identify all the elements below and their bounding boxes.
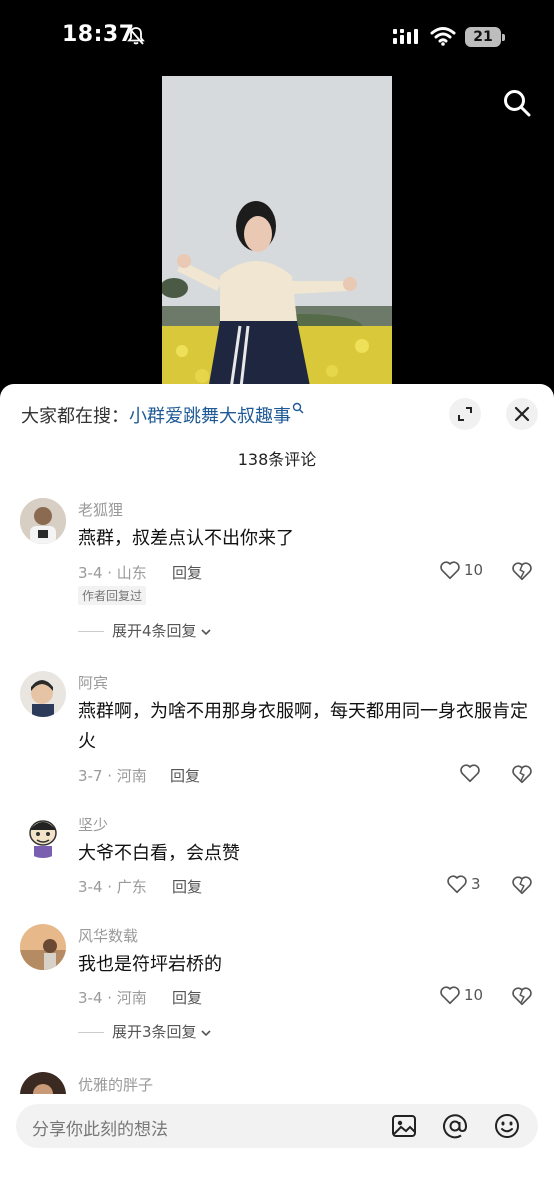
status-bar: 18:37 21 bbox=[0, 0, 554, 76]
comment-meta: 3-4 · 山东 bbox=[78, 564, 147, 582]
expand-button[interactable] bbox=[449, 398, 481, 430]
comment-username[interactable]: 老狐狸 bbox=[78, 499, 123, 520]
like-count: 10 bbox=[464, 561, 484, 579]
reply-button[interactable]: 回复 bbox=[172, 987, 202, 1008]
battery-indicator: 21 bbox=[465, 27, 505, 47]
like-button[interactable] bbox=[459, 762, 483, 786]
battery-level: 21 bbox=[465, 27, 501, 47]
video-player[interactable] bbox=[0, 76, 554, 396]
comment-username[interactable]: 风华数载 bbox=[78, 925, 138, 946]
comment-text: 燕群啊，为啥不用那身衣服啊，每天都用同一身衣服肯定火 bbox=[78, 701, 528, 752]
heart-icon bbox=[440, 986, 460, 1005]
heart-icon bbox=[440, 561, 460, 580]
at-icon[interactable] bbox=[441, 1112, 469, 1140]
comment-meta: 3-4 · 广东 bbox=[78, 878, 147, 896]
comment-username[interactable]: 坚少 bbox=[78, 814, 108, 835]
author-replied-tag: 作者回复过 bbox=[78, 586, 147, 605]
search-icon bbox=[292, 402, 304, 414]
dislike-heart-icon[interactable] bbox=[511, 763, 533, 785]
emoji-icon[interactable] bbox=[493, 1112, 521, 1140]
chevron-down-icon bbox=[200, 1029, 211, 1036]
expand-replies-label: 展开4条回复 bbox=[112, 622, 197, 640]
reply-button[interactable]: 回复 bbox=[170, 765, 200, 786]
chevron-down-icon bbox=[200, 628, 211, 635]
avatar[interactable] bbox=[20, 812, 66, 858]
like-count: 3 bbox=[471, 875, 481, 893]
expand-replies-button[interactable]: 展开3条回复 bbox=[78, 1021, 213, 1042]
comment-input-placeholder: 分享你此刻的想法 bbox=[32, 1120, 168, 1140]
comment-text: 大爷不白看，会点赞 bbox=[78, 843, 240, 864]
comment-count: 138条评论 bbox=[237, 450, 317, 469]
dislike-heart-icon[interactable] bbox=[511, 874, 533, 896]
dislike-heart-icon[interactable] bbox=[511, 985, 533, 1007]
close-button[interactable] bbox=[506, 398, 538, 430]
avatar[interactable] bbox=[20, 924, 66, 970]
avatar[interactable] bbox=[20, 671, 66, 717]
heart-icon bbox=[447, 875, 467, 894]
video-thumbnail[interactable] bbox=[162, 76, 392, 396]
comment-meta: 3-4 · 河南 bbox=[78, 989, 147, 1007]
status-time: 18:37 bbox=[62, 22, 135, 47]
comment-sheet: 大家都在搜：小群爱跳舞大叔趣事 138条评论 老狐狸 燕群，叔差点认不出你来了 … bbox=[0, 384, 554, 1200]
comment-text: 我也是符坪岩桥的 bbox=[78, 954, 222, 975]
heart-icon bbox=[460, 764, 480, 783]
reply-button[interactable]: 回复 bbox=[172, 562, 202, 583]
image-icon[interactable] bbox=[390, 1112, 418, 1140]
trending-search-link[interactable]: 小群爱跳舞大叔趣事 bbox=[129, 406, 291, 427]
expand-replies-label: 展开3条回复 bbox=[112, 1023, 197, 1041]
comment-username[interactable]: 阿宾 bbox=[78, 672, 108, 693]
expand-replies-button[interactable]: 展开4条回复 bbox=[78, 620, 213, 641]
comment-text: 燕群，叔差点认不出你来了 bbox=[78, 528, 294, 549]
dislike-heart-icon[interactable] bbox=[511, 560, 533, 582]
avatar[interactable] bbox=[20, 498, 66, 544]
bell-muted-icon bbox=[127, 27, 145, 45]
like-button[interactable]: 3 bbox=[446, 873, 486, 897]
like-button[interactable]: 10 bbox=[439, 984, 485, 1008]
video-frame-image bbox=[162, 76, 392, 396]
close-icon bbox=[514, 406, 530, 422]
comment-meta: 3-7 · 河南 bbox=[78, 767, 147, 785]
wifi-icon bbox=[430, 27, 456, 46]
like-button[interactable]: 10 bbox=[439, 559, 485, 583]
search-prefix: 大家都在搜： bbox=[21, 406, 129, 427]
comment-input[interactable]: 分享你此刻的想法 bbox=[16, 1104, 538, 1148]
comment-username[interactable]: 优雅的胖子 bbox=[78, 1074, 153, 1095]
search-icon[interactable] bbox=[502, 88, 532, 118]
expand-icon bbox=[458, 407, 472, 421]
reply-button[interactable]: 回复 bbox=[172, 876, 202, 897]
like-count: 10 bbox=[464, 986, 484, 1004]
comment-input-bar: 分享你此刻的想法 bbox=[0, 1094, 554, 1200]
signal-icon bbox=[393, 29, 418, 44]
